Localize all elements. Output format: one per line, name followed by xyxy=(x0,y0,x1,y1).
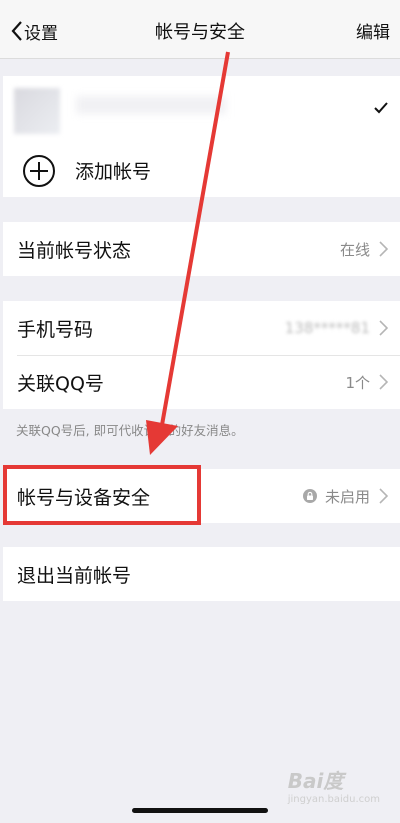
watermark-brand: Bai度 xyxy=(287,769,344,793)
home-indicator[interactable] xyxy=(132,808,268,813)
watermark-logo: Bai度 jingyan.baidu.com xyxy=(288,765,380,805)
watermark-sub: jingyan.baidu.com xyxy=(287,794,380,805)
arrow-annotation-icon xyxy=(146,51,230,455)
